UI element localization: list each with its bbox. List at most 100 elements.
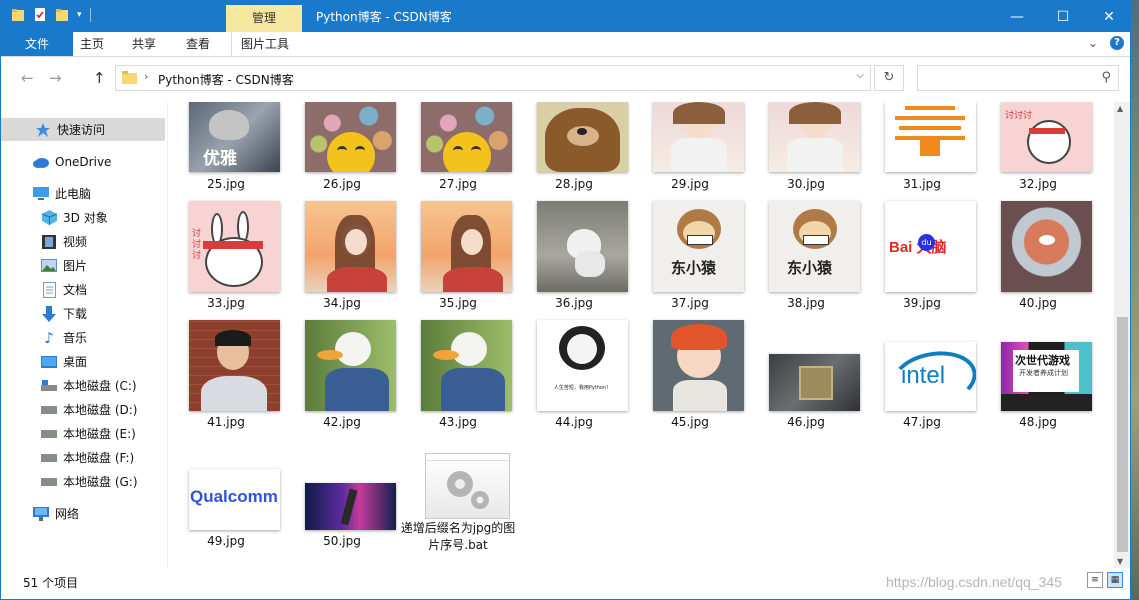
nav-item-drive-d[interactable]: 本地磁盘 (D:) bbox=[1, 398, 165, 421]
search-box[interactable]: ⚲ bbox=[917, 65, 1119, 91]
cube-icon bbox=[41, 210, 57, 226]
tab-home[interactable]: 主页 bbox=[73, 32, 111, 56]
file-item[interactable]: Qualcomm 49.jpg bbox=[168, 439, 284, 568]
file-item[interactable]: 42.jpg bbox=[284, 320, 400, 436]
file-item[interactable]: 34.jpg bbox=[284, 201, 400, 317]
file-item[interactable]: 40.jpg bbox=[980, 201, 1096, 317]
nav-item-quick-access[interactable]: 快速访问 bbox=[1, 118, 165, 141]
ribbon-collapse-icon[interactable]: ⌄ bbox=[1088, 36, 1098, 50]
maximize-button[interactable]: ☐ bbox=[1040, 1, 1086, 32]
file-item[interactable]: 29.jpg bbox=[632, 102, 748, 200]
file-item[interactable]: 41.jpg bbox=[168, 320, 284, 436]
nav-item-drive-e[interactable]: 本地磁盘 (E:) bbox=[1, 422, 165, 445]
scroll-up-icon[interactable]: ▲ bbox=[1117, 104, 1123, 113]
nav-label: 此电脑 bbox=[55, 187, 92, 201]
file-item[interactable]: 50.jpg bbox=[284, 439, 400, 568]
drive-icon bbox=[41, 450, 57, 466]
nav-item-drive-g[interactable]: 本地磁盘 (G:) bbox=[1, 470, 165, 493]
tab-file[interactable]: 文件 bbox=[1, 32, 73, 56]
file-name: 递增后缀名为jpg的图片序号.bat bbox=[400, 521, 516, 552]
tab-view[interactable]: 查看 bbox=[177, 32, 219, 56]
file-item[interactable]: 东小猿 38.jpg bbox=[748, 201, 864, 317]
nav-item-onedrive[interactable]: OneDrive bbox=[1, 150, 165, 173]
search-icon[interactable]: ⚲ bbox=[1101, 70, 1111, 85]
forward-button[interactable]: → bbox=[49, 69, 62, 87]
manage-context-tab[interactable]: 管理 bbox=[226, 5, 302, 32]
customize-qat-icon[interactable]: ▾ bbox=[77, 10, 82, 20]
up-button[interactable]: ↑ bbox=[93, 69, 106, 87]
drive-icon bbox=[41, 426, 57, 442]
nav-label: 本地磁盘 (C:) bbox=[63, 379, 137, 393]
thumbnail-image: 讨讨讨 bbox=[189, 201, 280, 292]
file-item[interactable]: 优雅 25.jpg bbox=[168, 102, 284, 200]
thumbnail-image: 东小猿 bbox=[769, 201, 860, 292]
nav-item-this-pc[interactable]: 此电脑 bbox=[1, 182, 165, 205]
folder-icon[interactable] bbox=[11, 7, 25, 23]
nav-item-network[interactable]: 网络 bbox=[1, 502, 165, 525]
scrollbar-thumb[interactable] bbox=[1117, 317, 1128, 552]
file-item[interactable]: 讨讨讨 32.jpg bbox=[980, 102, 1096, 200]
file-item[interactable]: 次世代游戏 开发者养成计划 48.jpg bbox=[980, 320, 1096, 436]
refresh-button[interactable]: ↻ bbox=[874, 65, 904, 91]
file-item[interactable]: 28.jpg bbox=[516, 102, 632, 200]
nav-item-pictures[interactable]: 图片 bbox=[1, 254, 165, 277]
back-button[interactable]: ← bbox=[21, 69, 34, 87]
scroll-down-icon[interactable]: ▼ bbox=[1117, 557, 1123, 566]
file-item[interactable]: Bai 大脑 du 39.jpg bbox=[864, 201, 980, 317]
breadcrumb-chevron-icon[interactable]: › bbox=[144, 70, 148, 83]
file-item[interactable]: 43.jpg bbox=[400, 320, 516, 436]
file-item[interactable]: 45.jpg bbox=[632, 320, 748, 436]
file-item[interactable]: 东小猿 37.jpg bbox=[632, 201, 748, 317]
navigation-bar: ← → ↑ › Python博客 - CSDN博客 ⌵ ↻ ⚲ bbox=[1, 57, 1130, 101]
new-folder-icon[interactable] bbox=[55, 7, 69, 23]
thumbnail-image bbox=[421, 201, 512, 292]
address-bar[interactable]: › Python博客 - CSDN博客 ⌵ bbox=[115, 65, 871, 91]
file-item[interactable]: 26.jpg bbox=[284, 102, 400, 200]
nav-item-drive-c[interactable]: 本地磁盘 (C:) bbox=[1, 374, 165, 397]
address-dropdown-icon[interactable]: ⌵ bbox=[856, 70, 864, 81]
file-item[interactable]: 36.jpg bbox=[516, 201, 632, 317]
minimize-button[interactable]: — bbox=[994, 1, 1040, 32]
file-item[interactable]: intel 47.jpg bbox=[864, 320, 980, 436]
file-item[interactable]: 31.jpg bbox=[864, 102, 980, 200]
nav-item-downloads[interactable]: 下载 bbox=[1, 302, 165, 325]
nav-item-videos[interactable]: 视频 bbox=[1, 230, 165, 253]
thumbnail-text: Qualcomm bbox=[190, 487, 278, 506]
drive-icon bbox=[41, 474, 57, 490]
details-view-icon[interactable]: ≡ bbox=[1087, 572, 1103, 588]
file-list: 优雅 25.jpg 26.jpg 27.jpg 28.jpg 29.jpg 30… bbox=[168, 102, 1114, 568]
properties-icon[interactable] bbox=[33, 7, 47, 23]
vertical-scrollbar[interactable]: ▲ ▼ bbox=[1114, 102, 1130, 568]
nav-item-drive-f[interactable]: 本地磁盘 (F:) bbox=[1, 446, 165, 469]
thumbnail-image: 讨讨讨 bbox=[1001, 102, 1092, 172]
file-item[interactable]: 讨讨讨 33.jpg bbox=[168, 201, 284, 317]
help-icon[interactable]: ? bbox=[1110, 36, 1124, 50]
nav-label: 图片 bbox=[63, 259, 88, 273]
nav-item-documents[interactable]: 文档 bbox=[1, 278, 165, 301]
file-name: 39.jpg bbox=[903, 296, 941, 310]
thumbnail-text: 人生苦短，我用Python！ bbox=[553, 385, 612, 391]
file-item[interactable]: 人生苦短，我用Python！ 44.jpg bbox=[516, 320, 632, 436]
nav-item-desktop[interactable]: 桌面 bbox=[1, 350, 165, 373]
gears-icon bbox=[447, 471, 489, 509]
tab-picture-tools[interactable]: 图片工具 bbox=[231, 32, 298, 56]
file-item[interactable]: 30.jpg bbox=[748, 102, 864, 200]
file-name: 35.jpg bbox=[439, 296, 477, 310]
file-item[interactable]: 46.jpg bbox=[748, 320, 864, 436]
large-icons-view-icon[interactable]: ▦ bbox=[1107, 572, 1123, 588]
search-input[interactable] bbox=[922, 69, 1096, 89]
thumbnail-image: 东小猿 bbox=[653, 201, 744, 292]
nav-item-music[interactable]: ♪ 音乐 bbox=[1, 326, 165, 349]
thumbnail-image bbox=[189, 320, 280, 411]
breadcrumb[interactable]: Python博客 - CSDN博客 bbox=[158, 71, 294, 88]
file-item[interactable]: 35.jpg bbox=[400, 201, 516, 317]
file-item[interactable]: 递增后缀名为jpg的图片序号.bat bbox=[400, 439, 516, 568]
tab-share[interactable]: 共享 bbox=[123, 32, 165, 56]
close-button[interactable]: ✕ bbox=[1086, 1, 1130, 32]
quick-access-toolbar: ▾ bbox=[11, 7, 91, 23]
nav-item-3d-objects[interactable]: 3D 对象 bbox=[1, 206, 165, 229]
file-name: 42.jpg bbox=[323, 415, 361, 429]
thumbnail-subtext: 开发者养成计划 bbox=[1019, 369, 1068, 377]
computer-icon bbox=[33, 186, 49, 202]
file-item[interactable]: 27.jpg bbox=[400, 102, 516, 200]
